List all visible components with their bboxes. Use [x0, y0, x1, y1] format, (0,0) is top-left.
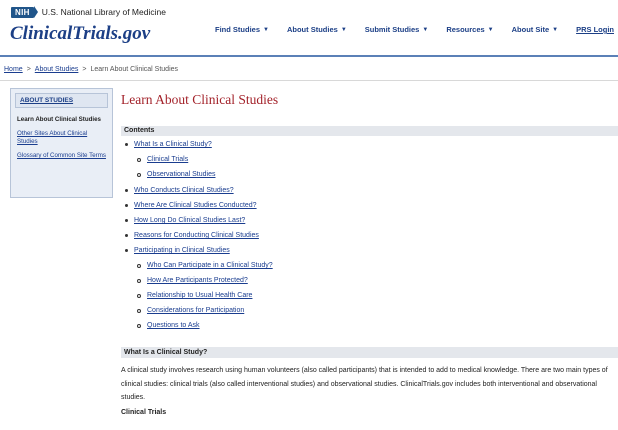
toc-item[interactable]: Clinical Trials — [137, 156, 188, 163]
nav-label: About Site — [511, 25, 550, 34]
caret-down-icon: ▼ — [340, 26, 347, 33]
sidebar-item-other-sites[interactable]: Other Sites About Clinical Studies — [11, 130, 112, 146]
hollow-bullet-icon — [137, 278, 141, 283]
bullet-icon — [125, 234, 128, 237]
toc-link[interactable]: Relationship to Usual Health Care — [147, 292, 252, 299]
nlm-banner[interactable]: NIH U.S. National Library of Medicine — [11, 6, 166, 18]
toc-item[interactable]: Participating in Clinical Studies — [125, 247, 230, 254]
hollow-bullet-icon — [137, 293, 141, 298]
toc-link[interactable]: Where Are Clinical Studies Conducted? — [134, 202, 257, 209]
main-content: Learn About Clinical Studies Contents Wh… — [121, 88, 618, 416]
nav-label: Find Studies — [215, 25, 261, 34]
nlm-label: U.S. National Library of Medicine — [41, 7, 166, 17]
bullet-icon — [125, 143, 128, 146]
breadcrumb: Home > About Studies > Learn About Clini… — [4, 66, 178, 73]
bullet-icon — [125, 219, 128, 222]
sidebar: ABOUT STUDIES Learn About Clinical Studi… — [10, 88, 113, 198]
contents-heading: Contents — [121, 126, 618, 136]
toc-item[interactable]: Reasons for Conducting Clinical Studies — [125, 232, 259, 239]
sidebar-item-learn-about-clinical-studies[interactable]: Learn About Clinical Studies — [11, 116, 112, 124]
toc-item[interactable]: How Long Do Clinical Studies Last? — [125, 217, 245, 224]
nav-submit-studies[interactable]: Submit Studies ▼ — [365, 25, 429, 34]
toc-link[interactable]: How Are Participants Protected? — [147, 277, 248, 284]
toc-item[interactable]: Who Can Participate in a Clinical Study? — [137, 262, 273, 269]
toc-item[interactable]: Who Conducts Clinical Studies? — [125, 187, 234, 194]
hollow-bullet-icon — [137, 323, 141, 328]
sidebar-heading[interactable]: ABOUT STUDIES — [15, 93, 108, 108]
nav-resources[interactable]: Resources ▼ — [446, 25, 493, 34]
breadcrumb-separator: > — [26, 66, 31, 73]
breadcrumb-separator: > — [82, 66, 87, 73]
page-title: Learn About Clinical Studies — [121, 92, 279, 107]
section-heading: What Is a Clinical Study? — [121, 347, 618, 358]
nav-label: About Studies — [286, 25, 338, 34]
nav-label: PRS Login — [576, 25, 614, 34]
breadcrumb-home[interactable]: Home — [4, 66, 23, 73]
subsection-heading: Clinical Trials — [121, 409, 167, 416]
toc-link[interactable]: Observational Studies — [147, 171, 215, 178]
bullet-icon — [125, 249, 128, 252]
caret-down-icon: ▼ — [422, 26, 429, 33]
site-logo[interactable]: ClinicalTrials.gov — [10, 23, 150, 45]
toc-link[interactable]: Who Can Participate in a Clinical Study? — [147, 262, 273, 269]
breadcrumb-divider — [0, 80, 618, 81]
top-navigation: Find Studies ▼ About Studies ▼ Submit St… — [197, 25, 614, 34]
toc-link[interactable]: Clinical Trials — [147, 156, 188, 163]
caret-down-icon: ▼ — [552, 26, 559, 33]
toc-link[interactable]: Considerations for Participation — [147, 307, 244, 314]
caret-down-icon: ▼ — [263, 26, 269, 33]
toc-item[interactable]: Questions to Ask — [137, 322, 200, 329]
toc-item[interactable]: Observational Studies — [137, 171, 215, 178]
nih-logo: NIH — [11, 6, 38, 18]
toc-item[interactable]: What Is a Clinical Study? — [125, 141, 212, 148]
bullet-icon — [125, 204, 128, 207]
nih-chevron-icon — [33, 6, 38, 18]
toc-link[interactable]: Participating in Clinical Studies — [134, 247, 230, 254]
toc-link[interactable]: Questions to Ask — [147, 322, 200, 329]
site-header: NIH U.S. National Library of Medicine Cl… — [0, 0, 618, 57]
caret-down-icon: ▼ — [487, 26, 494, 33]
breadcrumb-current: Learn About Clinical Studies — [90, 66, 179, 73]
nav-about-site[interactable]: About Site ▼ — [512, 25, 558, 34]
hollow-bullet-icon — [137, 263, 141, 268]
toc-item[interactable]: Where Are Clinical Studies Conducted? — [125, 202, 257, 209]
hollow-bullet-icon — [137, 157, 141, 162]
nav-about-studies[interactable]: About Studies ▼ — [287, 25, 347, 34]
toc-item[interactable]: Considerations for Participation — [137, 307, 244, 314]
toc-link[interactable]: Who Conducts Clinical Studies? — [134, 187, 234, 194]
toc-link[interactable]: How Long Do Clinical Studies Last? — [134, 217, 245, 224]
nav-find-studies[interactable]: Find Studies ▼ — [215, 25, 269, 34]
sidebar-item-glossary[interactable]: Glossary of Common Site Terms — [11, 152, 112, 160]
toc-link[interactable]: What Is a Clinical Study? — [134, 141, 212, 148]
section-body: A clinical study involves research using… — [121, 367, 608, 401]
bullet-icon — [125, 189, 128, 192]
nih-badge: NIH — [11, 6, 34, 18]
nav-prs-login[interactable]: PRS Login — [576, 25, 614, 34]
toc-item[interactable]: Relationship to Usual Health Care — [137, 292, 252, 299]
toc-link[interactable]: Reasons for Conducting Clinical Studies — [134, 232, 259, 239]
nav-label: Submit Studies — [364, 25, 420, 34]
nav-label: Resources — [446, 25, 485, 34]
breadcrumb-about-studies[interactable]: About Studies — [35, 66, 79, 73]
toc-item[interactable]: How Are Participants Protected? — [137, 277, 248, 284]
hollow-bullet-icon — [137, 308, 141, 313]
header-divider — [0, 55, 618, 57]
hollow-bullet-icon — [137, 172, 141, 177]
